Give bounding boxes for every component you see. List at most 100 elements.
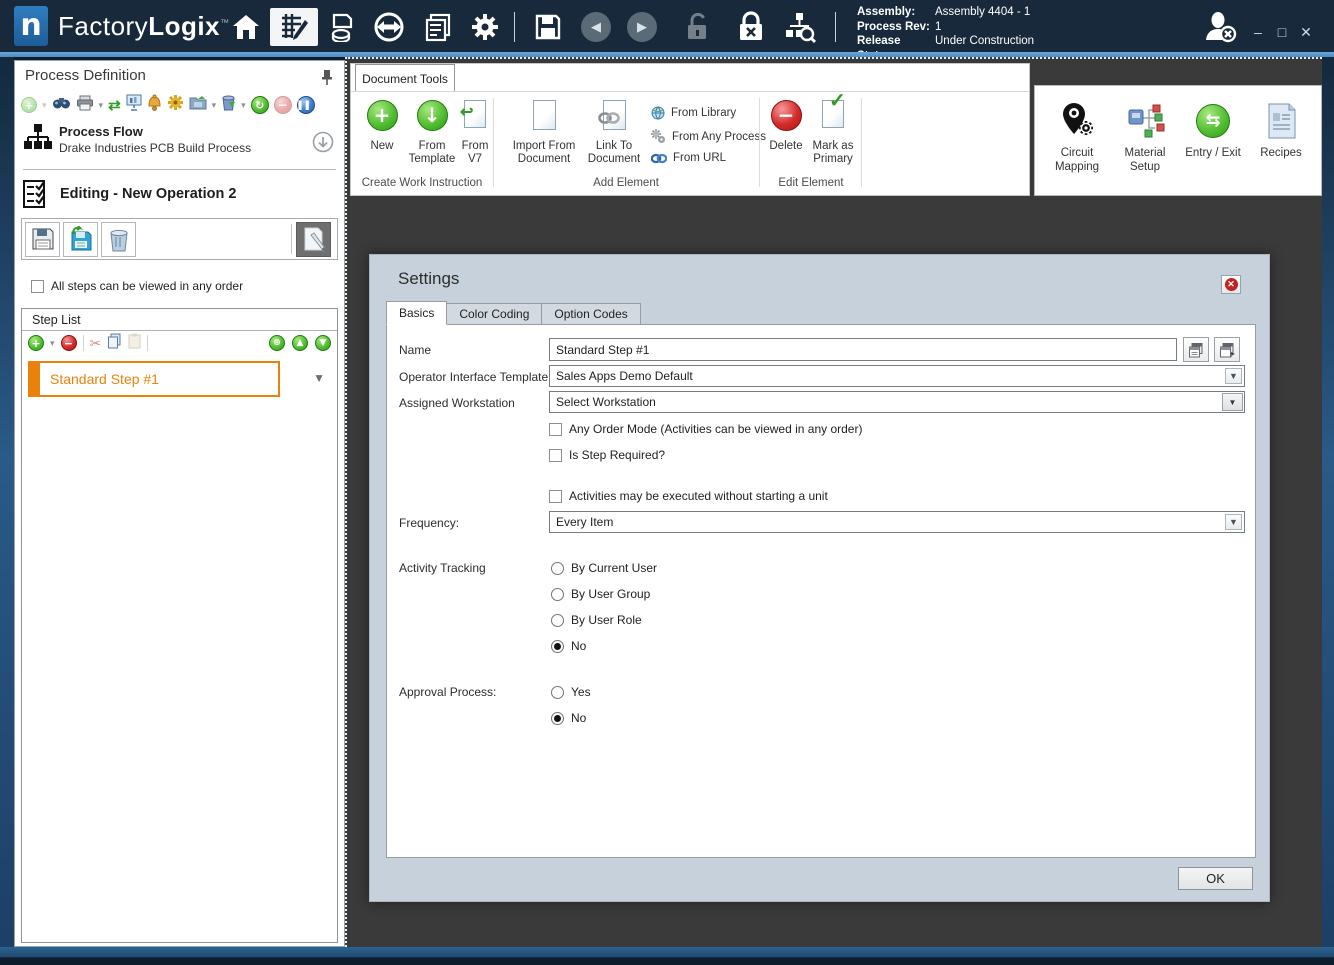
- print-icon[interactable]: [76, 95, 94, 116]
- by-current-user-radio[interactable]: [551, 561, 564, 575]
- from-url-button[interactable]: From URL: [651, 152, 726, 164]
- process-definition-button[interactable]: [270, 8, 318, 46]
- entry-exit-icon: ⇆: [1196, 104, 1230, 138]
- radio-by-user-role: By User Role: [551, 613, 642, 627]
- approval-yes-radio[interactable]: [551, 685, 564, 699]
- without-unit-checkbox[interactable]: [549, 489, 562, 503]
- ribbon: Document Tools + New ↓ From Template ↩ F…: [350, 63, 1030, 196]
- localize-name-button[interactable]: [1214, 337, 1240, 362]
- delete-element-button[interactable]: − Delete: [765, 100, 807, 153]
- frequency-select[interactable]: Every Item ▼: [549, 511, 1245, 533]
- shuffle-icon[interactable]: ⇄: [108, 96, 121, 114]
- from-template-button[interactable]: ↓ From Template: [407, 100, 457, 166]
- import-from-document-button[interactable]: Import From Document: [509, 100, 579, 166]
- name-input[interactable]: [549, 338, 1177, 361]
- process-search-button[interactable]: [781, 8, 819, 46]
- stop-icon[interactable]: −: [273, 96, 292, 114]
- paste-icon[interactable]: [128, 333, 141, 354]
- delete-operation-button[interactable]: [101, 221, 136, 257]
- recipes-button[interactable]: Recipes: [1249, 98, 1313, 160]
- tab-basics[interactable]: Basics: [386, 301, 448, 325]
- forward-button[interactable]: ▶: [626, 8, 658, 46]
- transfer-button[interactable]: [371, 8, 407, 46]
- edit-work-instruction-button[interactable]: [296, 221, 331, 257]
- remove-step-icon[interactable]: −: [60, 335, 77, 351]
- any-order-checkbox-row: All steps can be viewed in any order: [31, 279, 243, 293]
- gear-gold-icon[interactable]: [167, 94, 184, 116]
- step-list-item[interactable]: Standard Step #1: [28, 361, 280, 397]
- add-dropdown-icon[interactable]: ▾: [42, 100, 47, 111]
- is-step-required-checkbox[interactable]: [549, 448, 562, 462]
- toolbar-divider: [514, 12, 515, 42]
- back-button[interactable]: ◀: [580, 8, 612, 46]
- approval-no-radio[interactable]: [551, 711, 564, 725]
- bell-icon[interactable]: [147, 94, 162, 116]
- assembly-label: Assembly:: [857, 6, 916, 18]
- application-window: n FactoryLogix™ ◀ ▶ Assembly: Assembly 4…: [0, 0, 1334, 965]
- translate-name-button[interactable]: [1183, 337, 1209, 362]
- pause-icon[interactable]: ▌▌: [296, 96, 315, 114]
- operator-interface-template-select[interactable]: Sales Apps Demo Default ▼: [549, 365, 1245, 387]
- ok-button[interactable]: OK: [1178, 867, 1253, 890]
- find-icon[interactable]: [52, 96, 71, 115]
- add-operation-icon[interactable]: +: [21, 97, 37, 113]
- any-order-mode-checkbox[interactable]: [549, 422, 562, 436]
- radio-approval-yes: Yes: [551, 685, 591, 699]
- refresh-icon[interactable]: ↻: [250, 96, 269, 114]
- pin-icon[interactable]: [320, 69, 334, 90]
- forward-arrow-icon: ▶: [627, 12, 657, 42]
- publish-icon[interactable]: [189, 95, 207, 115]
- move-step-up-icon[interactable]: ▲: [292, 335, 308, 351]
- add-step-icon[interactable]: +: [28, 335, 44, 351]
- tab-color-coding[interactable]: Color Coding: [447, 303, 543, 325]
- material-setup-button[interactable]: Material Setup: [1113, 98, 1177, 174]
- circuit-mapping-button[interactable]: Circuit Mapping: [1045, 98, 1109, 174]
- copy-icon[interactable]: [107, 333, 122, 354]
- save-as-template-button[interactable]: [63, 221, 98, 257]
- dropdown-button-icon[interactable]: ▼: [1222, 393, 1243, 411]
- from-library-button[interactable]: From Library: [651, 106, 736, 120]
- process-flow-row[interactable]: Process Flow Drake Industries PCB Build …: [23, 123, 336, 165]
- discard-dropdown-icon[interactable]: ▾: [241, 100, 246, 111]
- unlock-button[interactable]: [682, 8, 714, 46]
- move-step-down-icon[interactable]: ▼: [315, 335, 331, 351]
- cut-icon[interactable]: ✂: [90, 335, 102, 352]
- circuit-mapping-icon: [1063, 103, 1093, 135]
- step-expand-chevron-icon[interactable]: ▼: [313, 371, 325, 385]
- reports-button[interactable]: [420, 8, 456, 46]
- settings-gear-button[interactable]: [466, 8, 504, 46]
- production-button[interactable]: [325, 8, 361, 46]
- mark-as-primary-button[interactable]: ✓ Mark as Primary: [809, 91, 857, 166]
- save-button[interactable]: [530, 8, 566, 46]
- publish-dropdown-icon[interactable]: ▾: [212, 100, 217, 111]
- renumber-steps-icon[interactable]: ⊕: [269, 335, 285, 351]
- lock-discard-button[interactable]: [733, 8, 769, 46]
- assigned-workstation-combo[interactable]: Select Workstation ▼: [549, 391, 1245, 413]
- link-to-document-button[interactable]: Link To Document: [583, 100, 645, 166]
- tab-option-codes[interactable]: Option Codes: [542, 303, 641, 325]
- add-step-dropdown-icon[interactable]: ▾: [50, 338, 55, 349]
- from-any-process-button[interactable]: From Any Process: [651, 129, 766, 144]
- by-user-group-radio[interactable]: [551, 587, 564, 601]
- from-v7-button[interactable]: ↩ From V7: [457, 100, 493, 166]
- discard-icon[interactable]: [221, 94, 236, 116]
- minimize-button[interactable]: –: [1247, 24, 1269, 40]
- close-button[interactable]: ✕: [1295, 24, 1317, 41]
- save-operation-button[interactable]: [25, 221, 60, 257]
- logout-user-button[interactable]: [1200, 8, 1240, 46]
- editing-label: Editing - New Operation 2: [60, 186, 237, 202]
- print-dropdown-icon[interactable]: ▾: [99, 100, 104, 111]
- maximize-button[interactable]: □: [1271, 24, 1293, 40]
- process-flow-subtitle: Drake Industries PCB Build Process: [59, 141, 252, 155]
- expand-down-icon[interactable]: [312, 131, 334, 153]
- any-order-checkbox[interactable]: [31, 279, 44, 293]
- home-button[interactable]: [228, 8, 264, 46]
- by-user-role-radio[interactable]: [551, 613, 564, 627]
- presentation-icon[interactable]: [126, 94, 142, 116]
- activity-no-radio[interactable]: [551, 639, 564, 653]
- operator-interface-template-label: Operator Interface Template: [399, 370, 549, 384]
- entry-exit-button[interactable]: ⇆ Entry / Exit: [1181, 98, 1245, 160]
- new-work-instruction-button[interactable]: + New: [357, 100, 407, 153]
- tab-document-tools[interactable]: Document Tools: [355, 64, 455, 92]
- dialog-close-button[interactable]: ✕: [1221, 275, 1241, 294]
